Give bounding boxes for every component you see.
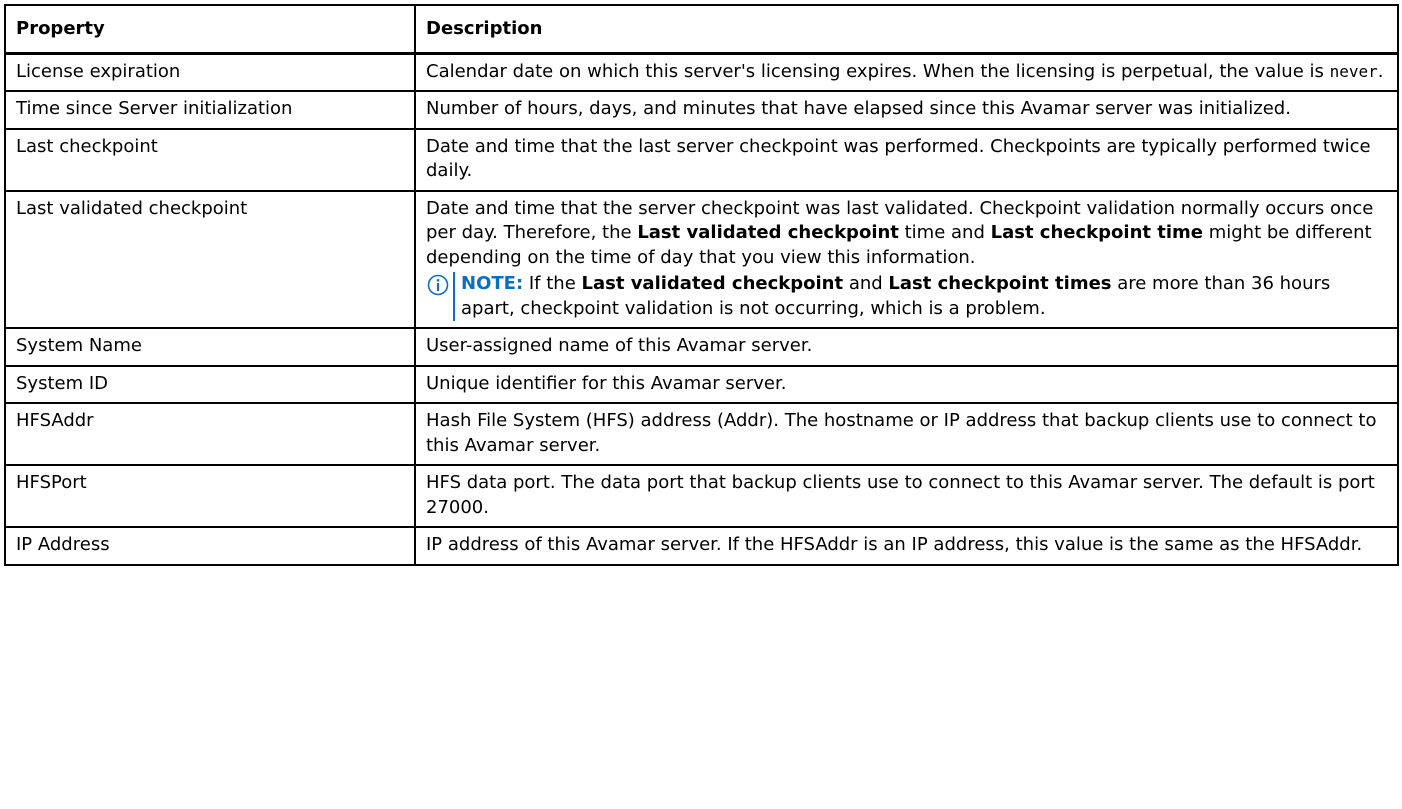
code-value: never <box>1329 61 1378 81</box>
description-cell: Hash File System (HFS) address (Addr). T… <box>414 402 1399 466</box>
table-row: License expiration Calendar date on whic… <box>4 52 1399 92</box>
table-row: IP Address IP address of this Avamar ser… <box>4 526 1399 566</box>
description-cell: Unique identifier for this Avamar server… <box>414 364 1399 404</box>
description-cell: Date and time that the last server check… <box>414 127 1399 192</box>
bold-term: Last validated checkpoint <box>637 222 899 243</box>
table-row: Time since Server initialization Number … <box>4 90 1399 130</box>
note-text-part: If the <box>523 273 582 294</box>
bold-term: Last validated checkpoint <box>581 273 844 294</box>
note-label: NOTE: <box>461 273 524 294</box>
property-cell: License expiration <box>4 52 416 92</box>
note-text-part: and <box>843 273 889 294</box>
description-cell: Calendar date on which this server's lic… <box>414 52 1399 92</box>
property-cell: HFSAddr <box>4 402 416 466</box>
property-cell: Last validated checkpoint <box>4 189 416 329</box>
description-cell: IP address of this Avamar server. If the… <box>414 526 1399 566</box>
property-cell: System Name <box>4 327 416 367</box>
property-cell: System ID <box>4 364 416 404</box>
column-header-description: Description <box>414 4 1399 54</box>
description-cell: Number of hours, days, and minutes that … <box>414 90 1399 130</box>
property-cell: Last checkpoint <box>4 127 416 192</box>
bold-term: Last checkpoint times <box>888 273 1112 294</box>
table-row: HFSAddr Hash File System (HFS) address (… <box>4 402 1399 466</box>
column-header-property: Property <box>4 4 416 54</box>
description-text: Calendar date on which this server's lic… <box>426 60 1330 82</box>
table-row: System ID Unique identifier for this Ava… <box>4 364 1399 404</box>
description-cell: HFS data port. The data port that backup… <box>414 464 1399 528</box>
bold-term: Last checkpoint time <box>990 222 1203 243</box>
description-cell: User-assigned name of this Avamar server… <box>414 327 1399 367</box>
property-cell: IP Address <box>4 526 416 566</box>
description-text: . <box>1377 60 1384 82</box>
description-paragraph: Date and time that the server checkpoint… <box>426 197 1387 271</box>
table-row: Last validated checkpoint Date and time … <box>4 189 1399 329</box>
property-table: Property Description License expiration … <box>4 4 1399 566</box>
table-row: System Name User-assigned name of this A… <box>4 327 1399 367</box>
description-cell: Date and time that the server checkpoint… <box>414 189 1399 329</box>
table-row: Last checkpoint Date and time that the l… <box>4 127 1399 192</box>
property-cell: Time since Server initialization <box>4 90 416 130</box>
table-row: HFSPort HFS data port. The data port tha… <box>4 464 1399 528</box>
table-header-row: Property Description <box>4 4 1399 54</box>
info-icon <box>426 272 450 321</box>
note-callout: NOTE: If the Last validated checkpoint a… <box>426 272 1387 321</box>
note-text: NOTE: If the Last validated checkpoint a… <box>453 272 1387 321</box>
property-cell: HFSPort <box>4 464 416 528</box>
description-text: time and <box>898 222 991 243</box>
